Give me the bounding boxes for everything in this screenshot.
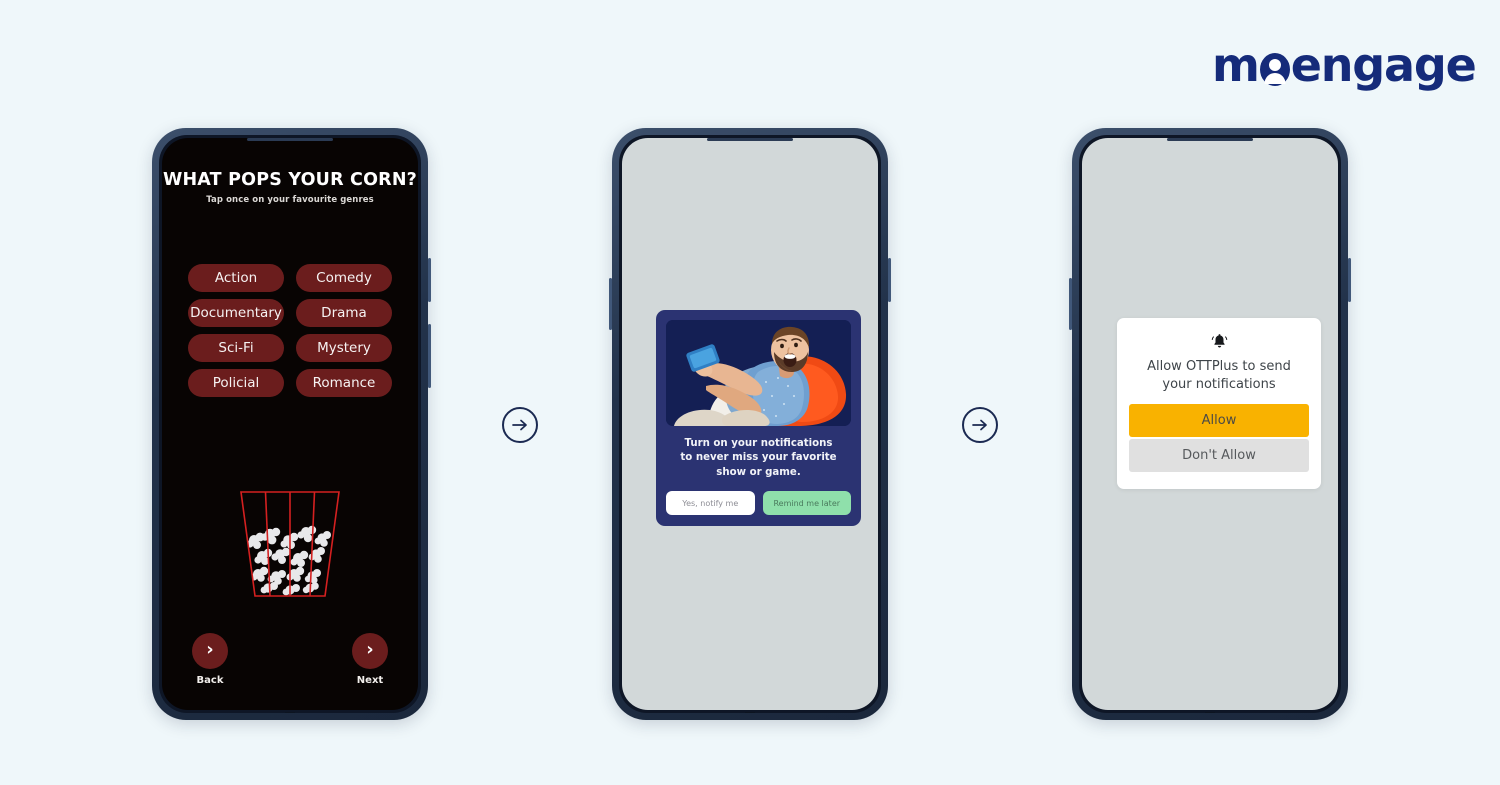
dont-allow-button[interactable]: Don't Allow [1129, 438, 1309, 472]
phone-power-button[interactable] [1348, 258, 1351, 302]
moengage-logo: m engage [1212, 38, 1477, 92]
genre-chip-documentary[interactable]: Documentary [188, 299, 284, 327]
arrow-right-circle-icon [962, 407, 998, 443]
notification-message-line-3: show or game. [716, 466, 801, 478]
phone-mockup-os-permission: Allow OTTPlus to send your notifications… [1069, 128, 1351, 720]
phone-volume-button[interactable] [428, 258, 431, 302]
phone-charging-port [284, 712, 296, 713]
phone-power-button[interactable] [428, 324, 431, 388]
allow-button[interactable]: Allow [1129, 403, 1309, 437]
genre-chip-comedy[interactable]: Comedy [296, 264, 392, 292]
next-button-label: Next [356, 675, 384, 686]
next-button[interactable]: › Next [352, 633, 388, 686]
phone-volume-button[interactable] [609, 278, 612, 330]
screen-notification-optin: Turn on your notifications to never miss… [622, 138, 878, 710]
page-title: WHAT POPS YOUR CORN? [162, 170, 418, 190]
man-on-orange-beanbag-with-phone-image [666, 320, 851, 426]
genre-chip-romance[interactable]: Romance [296, 369, 392, 397]
back-button[interactable]: › Back [192, 633, 228, 686]
os-permission-dialog: Allow OTTPlus to send your notifications… [1117, 318, 1321, 489]
phone-power-button[interactable] [888, 258, 891, 302]
yes-notify-me-button[interactable]: Yes, notify me [666, 491, 755, 516]
notification-message-line-1: Turn on your notifications [684, 438, 833, 449]
genre-chip-grid: Action Comedy Documentary Drama Sci-Fi M… [188, 264, 392, 397]
notification-card-actions: Yes, notify me Remind me later [666, 491, 851, 516]
phone-volume-button[interactable] [1069, 278, 1072, 330]
phone-earpiece-speaker [247, 138, 333, 141]
permission-title-line-1: Allow OTTPlus to send [1147, 359, 1291, 374]
screen-nav-row: › Back › Next [162, 633, 418, 686]
phone-mockup-notification-optin: Turn on your notifications to never miss… [609, 128, 891, 720]
phone-earpiece-speaker [707, 138, 793, 141]
phone-earpiece-speaker [1167, 138, 1253, 141]
chevron-right-icon: › [192, 633, 228, 669]
genre-chip-scifi[interactable]: Sci-Fi [188, 334, 284, 362]
logo-text-prefix: m [1212, 38, 1260, 92]
notification-message-line-2: to never miss your favorite [680, 452, 837, 464]
remind-me-later-button[interactable]: Remind me later [762, 491, 851, 516]
person-avatar-o-icon [1259, 53, 1290, 86]
popcorn-bucket-illustration [162, 488, 418, 600]
genre-chip-drama[interactable]: Drama [296, 299, 392, 327]
phone-charging-port [744, 712, 756, 713]
chevron-right-icon: › [352, 633, 388, 669]
genre-chip-action[interactable]: Action [188, 264, 284, 292]
phone-charging-port [1204, 712, 1216, 713]
logo-text-suffix: engage [1290, 38, 1477, 92]
screen-os-permission: Allow OTTPlus to send your notifications… [1082, 138, 1338, 710]
genre-chip-mystery[interactable]: Mystery [296, 334, 392, 362]
permission-dialog-title: Allow OTTPlus to send your notifications [1129, 358, 1309, 395]
page-canvas: m engage WHAT POPS YOUR CORN? Tap once o… [0, 0, 1500, 785]
genre-chip-policial[interactable]: Policial [188, 369, 284, 397]
arrow-right-circle-icon [502, 407, 538, 443]
page-subtitle: Tap once on your favourite genres [206, 195, 374, 205]
notification-optin-card: Turn on your notifications to never miss… [656, 310, 861, 527]
back-button-label: Back [196, 675, 224, 686]
bell-ringing-icon [1129, 332, 1309, 352]
screen-genre-selection: WHAT POPS YOUR CORN? Tap once on your fa… [162, 138, 418, 710]
permission-title-line-2: your notifications [1162, 377, 1276, 393]
notification-card-message: Turn on your notifications to never miss… [666, 437, 851, 480]
phone-mockup-genre-selection: WHAT POPS YOUR CORN? Tap once on your fa… [152, 128, 431, 720]
